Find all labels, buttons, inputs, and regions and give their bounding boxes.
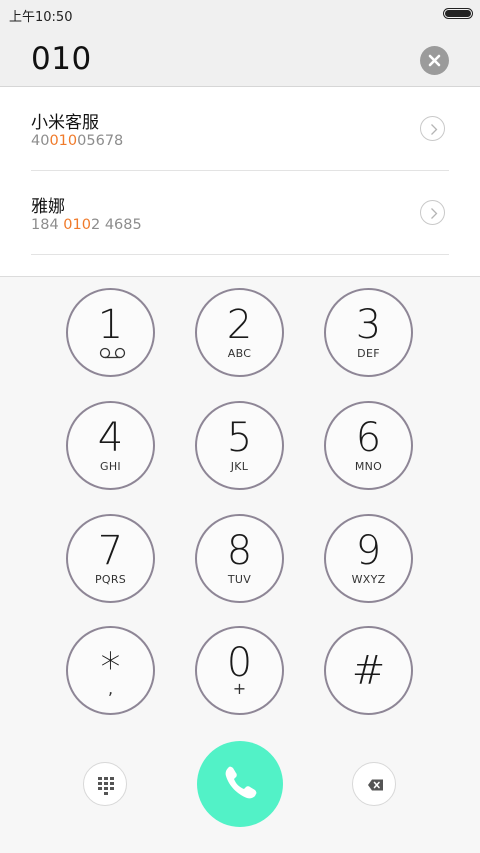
clear-x-icon <box>428 54 441 67</box>
contact-detail-button[interactable] <box>420 116 445 141</box>
key-digit: 9 <box>355 528 382 574</box>
key-digit: 6 <box>355 415 382 461</box>
battery-icon <box>443 8 473 19</box>
contact-name: 雅娜 <box>31 197 65 217</box>
contact-number: 4001005678 <box>31 133 124 149</box>
divider <box>31 254 449 255</box>
key-letters: WXYZ <box>351 573 386 586</box>
key-letters: + <box>232 679 247 698</box>
key-digit: 8 <box>226 528 253 574</box>
list-item[interactable]: 小米客服 4001005678 <box>0 87 480 171</box>
key-letters: TUV <box>227 573 252 586</box>
key-hash[interactable]: # <box>324 626 413 715</box>
list-item[interactable]: 雅娜 184 0102 4685 <box>0 171 480 255</box>
voicemail-icon <box>99 347 126 359</box>
key-digit: 7 <box>97 528 124 574</box>
contact-detail-button[interactable] <box>420 200 445 225</box>
key-7[interactable]: 7 PQRS <box>66 514 155 603</box>
key-letters: JKL <box>230 460 249 473</box>
key-letters: PQRS <box>94 573 127 586</box>
backspace-button[interactable] <box>352 762 396 806</box>
key-letters: , <box>107 679 114 698</box>
key-letters: ABC <box>227 347 252 360</box>
key-digit: 4 <box>97 415 124 461</box>
key-star[interactable]: * , <box>66 626 155 715</box>
key-letters: GHI <box>100 460 121 473</box>
dialpad-icon <box>98 777 114 795</box>
contact-results-list: 小米客服 4001005678 雅娜 184 0102 4685 <box>0 87 480 277</box>
key-0[interactable]: 0 + <box>195 626 284 715</box>
key-6[interactable]: 6 MNO <box>324 401 413 490</box>
dial-input-bar: 010 <box>0 28 480 87</box>
call-button[interactable] <box>197 741 283 827</box>
phone-icon <box>225 766 257 799</box>
chevron-right-icon <box>431 208 438 219</box>
clear-button[interactable] <box>420 46 449 75</box>
key-digit: # <box>351 648 386 694</box>
key-digit: 5 <box>226 415 253 461</box>
key-2[interactable]: 2 ABC <box>195 288 284 377</box>
matched-digits: 010 <box>63 217 91 233</box>
key-1[interactable]: 1 <box>66 288 155 377</box>
backspace-icon <box>368 779 383 791</box>
status-bar: 上午10:50 <box>0 0 480 28</box>
key-8[interactable]: 8 TUV <box>195 514 284 603</box>
matched-digits: 010 <box>49 133 78 149</box>
key-letters: DEF <box>357 347 380 360</box>
key-5[interactable]: 5 JKL <box>195 401 284 490</box>
key-4[interactable]: 4 GHI <box>66 401 155 490</box>
key-9[interactable]: 9 WXYZ <box>324 514 413 603</box>
chevron-right-icon <box>431 124 438 135</box>
key-3[interactable]: 3 DEF <box>324 288 413 377</box>
key-digit: 1 <box>97 302 124 348</box>
key-letters: MNO <box>354 460 383 473</box>
dialed-number: 010 <box>31 41 92 77</box>
contact-name: 小米客服 <box>31 113 99 133</box>
contact-number: 184 0102 4685 <box>31 217 142 233</box>
status-time: 上午10:50 <box>9 10 73 25</box>
key-digit: 2 <box>226 302 253 348</box>
key-digit: 3 <box>355 302 382 348</box>
dialpad-toggle-button[interactable] <box>83 762 127 806</box>
